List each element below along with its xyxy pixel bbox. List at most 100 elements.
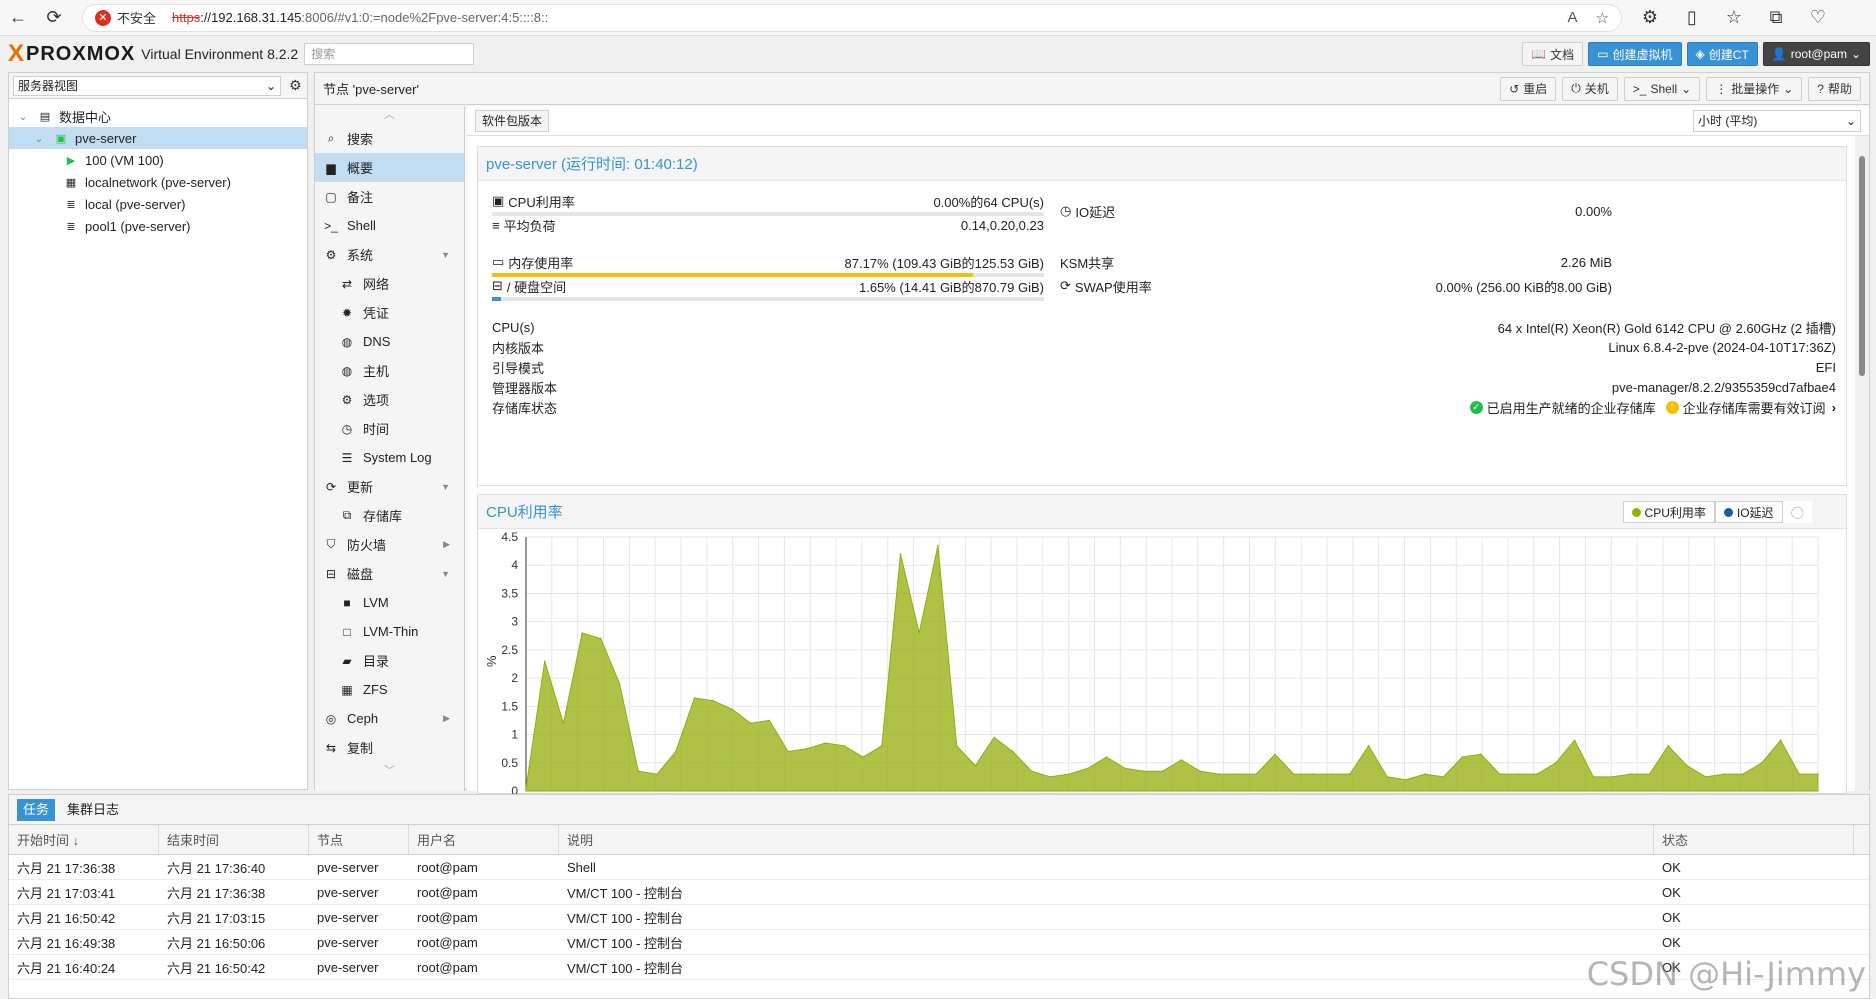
menu-item[interactable]: ⌕ 搜索 [315, 124, 464, 153]
table-row[interactable]: 六月 21 17:03:41 六月 21 17:36:38 pve-server ro… [9, 880, 1869, 905]
data-point [1667, 745, 1669, 747]
column-header[interactable]: 状态 [1654, 825, 1854, 854]
folder-icon: ▰ [342, 653, 352, 668]
menu-item[interactable]: ◍ DNS [315, 327, 464, 356]
user-icon: 👤 [1771, 47, 1787, 61]
view-selector[interactable]: 服务器视图 ⌄ [13, 75, 281, 96]
expand-icon[interactable]: ⌄ [15, 109, 31, 123]
menu-item[interactable]: ▢ 备注 [315, 182, 464, 211]
menu-expand-arrow[interactable]: ▼ [441, 482, 450, 492]
tree-node-pve-server[interactable]: ⌄ ▣ pve-server [9, 127, 307, 149]
tab-tasks[interactable]: 任务 [17, 798, 56, 821]
help-button[interactable]: ? 帮助 [1808, 76, 1861, 101]
menu-item[interactable]: ⊟ 磁盘 ▼ [315, 559, 464, 588]
column-header[interactable]: 用户名 [409, 825, 559, 854]
browser-essentials-icon[interactable]: ♡ [1800, 0, 1836, 36]
column-header[interactable]: 说明 [559, 825, 1654, 854]
favorite-star-icon[interactable]: ☆ [1596, 9, 1609, 27]
menu-item[interactable]: ◷ 时间 [315, 414, 464, 443]
node-menu: ︿ ⌕ 搜索 ▆ 概要 ▢ 备注 >_ Shell ⚙ 系统 ▼ ⇄ 网络 ✹ 凭证 ◍ DNS ◍ 主机 ⚙ 选项 ◷ 时… [315, 106, 465, 791]
table-row[interactable]: 六月 21 16:49:38 六月 21 16:50:06 pve-server ro… [9, 930, 1869, 955]
shutdown-button[interactable]: ⏻ 关机 [1562, 76, 1618, 101]
table-cell: 六月 21 16:50:42 [167, 960, 266, 976]
square-icon: ■ [343, 595, 351, 610]
split-screen-icon[interactable]: ▯ [1674, 0, 1710, 36]
menu-item[interactable]: ⚙ 系统 ▼ [315, 240, 464, 269]
tree-node-pool1[interactable]: ≣ pool1 (pve-server) [9, 215, 307, 237]
search-input[interactable]: 搜索 [304, 43, 475, 65]
menu-expand-arrow[interactable]: ▶ [443, 539, 450, 550]
table-row[interactable]: 六月 21 16:50:42 六月 21 17:03:15 pve-server ro… [9, 905, 1869, 930]
menu-item[interactable]: ■ LVM [315, 588, 464, 617]
tree-node-localnetwork[interactable]: ▦ localnetwork (pve-server) [9, 171, 307, 193]
menu-item[interactable]: ⟳ 更新 ▼ [315, 472, 464, 501]
menu-expand-arrow[interactable]: ▼ [441, 250, 450, 260]
table-cell: pve-server [317, 909, 379, 925]
create-ct-button[interactable]: ◈ 创建CT [1686, 42, 1758, 66]
legend-io-delay[interactable]: IO延迟 [1714, 501, 1783, 523]
favorites-icon[interactable]: ☆ [1716, 0, 1752, 36]
column-header[interactable]: 节点 [309, 825, 409, 854]
tab-cluster-log[interactable]: 集群日志 [61, 799, 125, 821]
user-menu-button[interactable]: 👤 root@pam ⌄ [1762, 42, 1870, 66]
info-row-manager-version: 管理器版本 pve-manager/8.2.2/9355359cd7afbae4 [492, 377, 1836, 397]
scroll-down-icon[interactable]: ﹀ [315, 762, 464, 780]
tree-node-local[interactable]: ≣ local (pve-server) [9, 193, 307, 215]
reload-icon[interactable]: ⟳ [36, 0, 72, 36]
repository-status-value[interactable]: ✓ 已启用生产就绪的企业存储库 ! 企业存储库需要有效订阅 › [1469, 398, 1836, 417]
tree-node-datacenter[interactable]: ⌄ ▤ 数据中心 [9, 105, 307, 127]
shell-button[interactable]: >_ Shell ⌄ [1623, 76, 1701, 101]
menu-item[interactable]: ◎ Ceph ▶ [315, 704, 464, 733]
scrollbar-thumb[interactable] [1859, 156, 1865, 376]
collections-icon[interactable]: ⧉ [1758, 0, 1794, 36]
reset-zoom-icon[interactable]: ◯ [1782, 501, 1812, 523]
timeframe-select[interactable]: 小时 (平均) ⌄ [1693, 109, 1861, 132]
menu-item[interactable]: ◍ 主机 [315, 356, 464, 385]
menu-item[interactable]: ⧉ 存储库 [315, 501, 464, 530]
expand-icon[interactable]: ⌄ [31, 131, 47, 145]
list-icon: ☰ [341, 450, 353, 465]
tree-node-vm-100[interactable]: ▶ 100 (VM 100) [9, 149, 307, 171]
back-icon[interactable]: ← [0, 0, 36, 36]
table-cell: pve-server [317, 884, 379, 900]
column-header[interactable]: 开始时间 ↓ [9, 825, 159, 854]
reboot-button[interactable]: ↺ 重启 [1500, 76, 1557, 101]
menu-expand-arrow[interactable]: ▼ [441, 569, 450, 579]
repo-ok-text: 已启用生产就绪的企业存储库 [1486, 400, 1656, 416]
table-row[interactable]: 六月 21 17:36:38 六月 21 17:36:40 pve-server ro… [9, 855, 1869, 880]
menu-item[interactable]: ⚙ 选项 [315, 385, 464, 414]
url-path: :8006/#v1:0:=node%2Fpve-server:4:5::::8:… [301, 10, 549, 25]
address-bar[interactable]: ✕ 不安全 https ://192.168.31.145 :8006/#v1:… [82, 3, 1622, 32]
menu-item[interactable]: ▰ 目录 [315, 646, 464, 675]
help-label: 帮助 [1827, 82, 1852, 96]
menu-item-label: Shell [347, 218, 376, 233]
menu-item[interactable]: ⛉ 防火墙 ▶ [315, 530, 464, 559]
docs-button[interactable]: 📖 文档 [1522, 42, 1584, 66]
menu-item[interactable]: ▦ ZFS [315, 675, 464, 704]
column-header[interactable]: 结束时间 [159, 825, 309, 854]
menu-item[interactable]: >_ Shell [315, 211, 464, 240]
data-point [1330, 773, 1332, 775]
menu-item-label: System Log [363, 450, 432, 465]
menu-item[interactable]: ☰ System Log [315, 443, 464, 472]
content-scrollbar[interactable] [1855, 136, 1869, 791]
extensions-icon[interactable]: ⚙ [1632, 0, 1668, 36]
menu-item[interactable]: □ LVM-Thin [315, 617, 464, 646]
scroll-up-icon[interactable]: ︿ [315, 106, 464, 124]
menu-item[interactable]: ⇄ 网络 [315, 269, 464, 298]
package-versions-button[interactable]: 软件包版本 [475, 109, 550, 132]
read-aloud-icon[interactable]: A [1568, 9, 1578, 27]
ksm-label: KSM共享 [1060, 255, 1115, 271]
create-vm-button[interactable]: ▭ 创建虚拟机 [1588, 42, 1682, 66]
certificate-icon: ✹ [341, 305, 353, 320]
menu-item[interactable]: ✹ 凭证 [315, 298, 464, 327]
menu-item-label: DNS [363, 334, 391, 349]
legend-cpu[interactable]: CPU利用率 [1622, 501, 1715, 523]
cpu-chart-panel: CPU利用率 CPU利用率 IO延迟 ◯ 0 0.5 1 1.5 2 2.5 3 3.5 4 4.… [477, 494, 1847, 795]
y-axis-label: % [484, 655, 499, 667]
menu-item[interactable]: ▆ 概要 [315, 153, 464, 182]
menu-expand-arrow[interactable]: ▶ [443, 713, 450, 724]
gear-icon[interactable]: ⚙ [289, 77, 302, 94]
menu-item[interactable]: ⇆ 复制 [315, 733, 464, 762]
bulk-actions-button[interactable]: ⋮ 批量操作 ⌄ [1706, 76, 1803, 101]
